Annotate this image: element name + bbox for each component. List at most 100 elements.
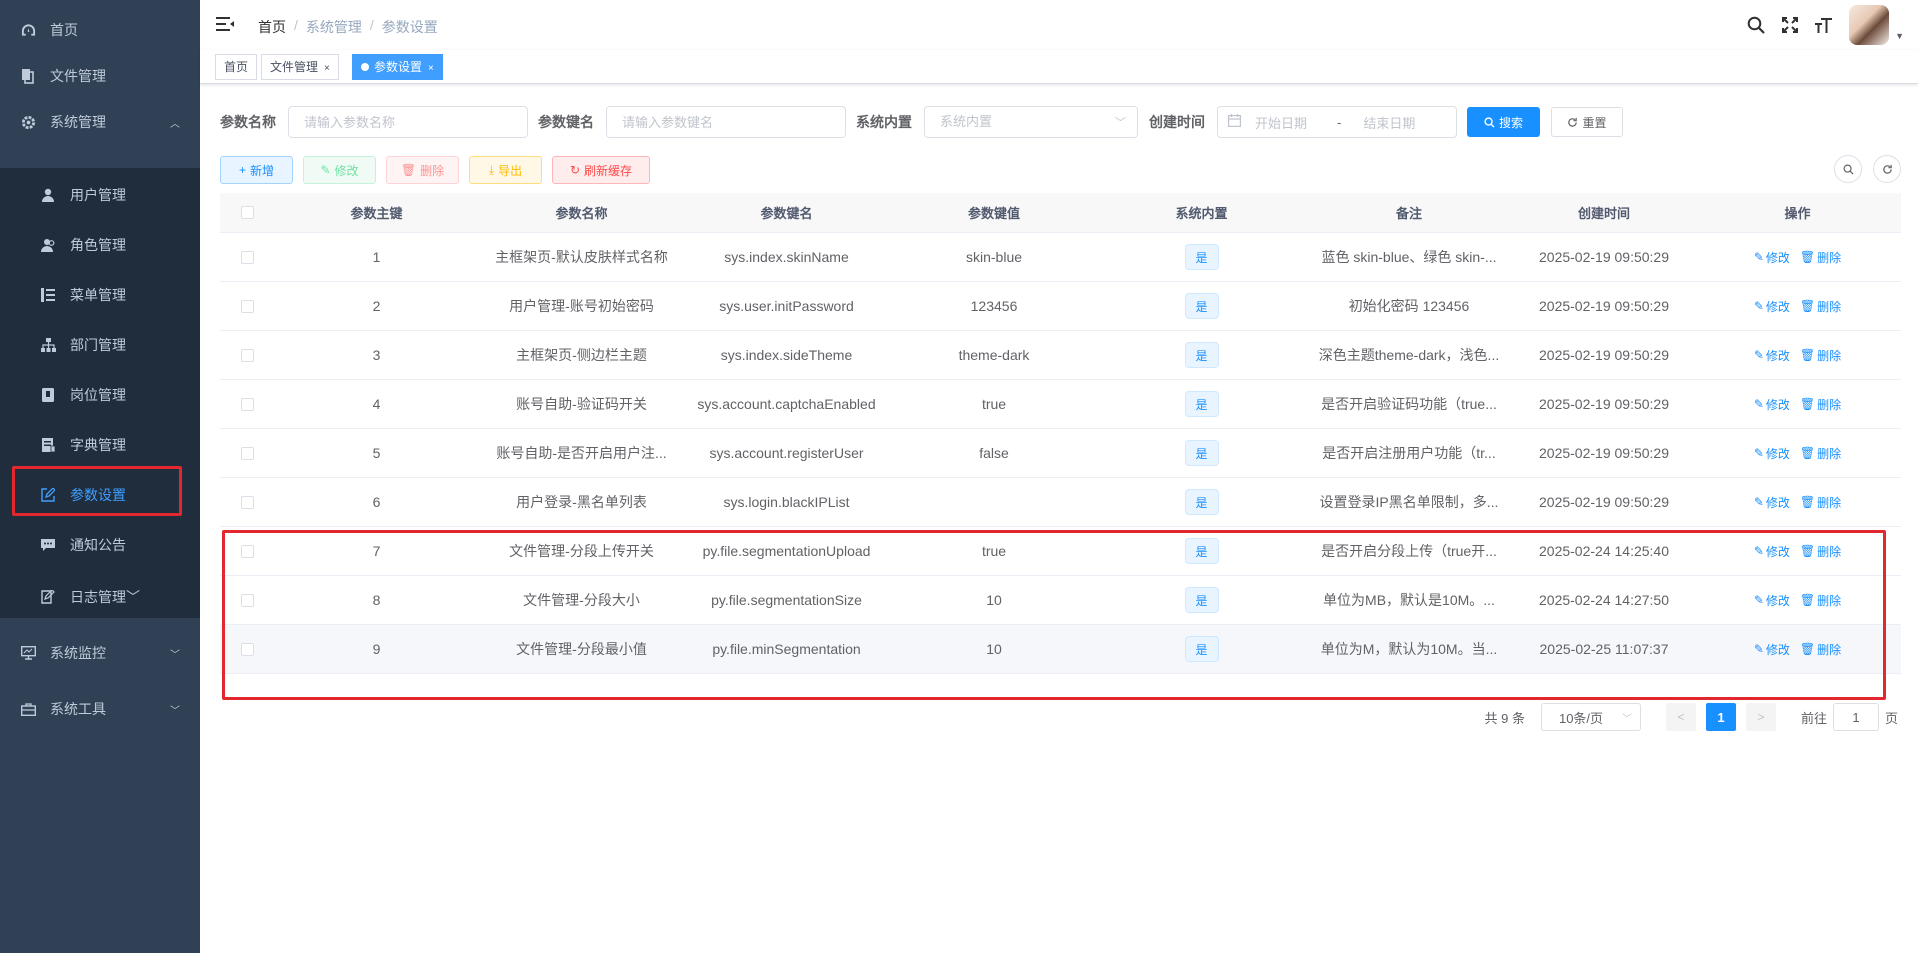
table-row[interactable]: 1 主框架页-默认皮肤样式名称 sys.index.skinName skin-… xyxy=(220,233,1901,282)
row-delete-button[interactable]: 🗑 删除 xyxy=(1800,249,1841,266)
toggle-search-button[interactable] xyxy=(1834,155,1862,183)
export-button[interactable]: ⤓ 导出 xyxy=(469,156,542,184)
breadcrumb-home[interactable]: 首页 xyxy=(258,17,286,37)
row-delete-button[interactable]: 🗑 删除 xyxy=(1800,445,1841,462)
row-edit-button[interactable]: ✎ 修改 xyxy=(1754,592,1790,609)
select-all-cell xyxy=(220,193,274,232)
row-checkbox[interactable] xyxy=(240,593,254,607)
row-edit-button[interactable]: ✎ 修改 xyxy=(1754,298,1790,315)
avatar[interactable] xyxy=(1849,5,1890,45)
sidebar-item-label: 部门管理 xyxy=(70,337,126,353)
sidebar-item-params[interactable]: 参数设置 xyxy=(0,470,200,520)
row-delete-button[interactable]: 🗑 删除 xyxy=(1800,396,1841,413)
table-row[interactable]: 7 文件管理-分段上传开关 py.file.segmentationUpload… xyxy=(220,527,1901,576)
page-size-select[interactable]: 10条/页 ﹀ xyxy=(1540,703,1641,731)
date-range-picker[interactable]: 开始日期 - 结束日期 xyxy=(1217,106,1457,138)
breadcrumb-system: 系统管理 xyxy=(305,19,362,35)
cell-builtin: 是 xyxy=(1099,380,1304,428)
sidebar-item-logs[interactable]: 日志管理 ﹀ xyxy=(0,572,200,622)
param-name-input[interactable] xyxy=(288,106,528,138)
fullscreen-icon[interactable] xyxy=(1773,0,1807,50)
row-delete-button[interactable]: 🗑 删除 xyxy=(1800,543,1841,560)
sidebar-item-monitor[interactable]: 系统监控 ﹀ xyxy=(0,625,200,681)
tag-label: 文件管理 xyxy=(270,60,319,74)
cell-key-text: sys.account.registerUser xyxy=(709,445,864,461)
builtin-select[interactable]: 系统内置 xyxy=(924,106,1138,138)
row-checkbox[interactable] xyxy=(240,544,254,558)
row-edit-button[interactable]: ✎ 修改 xyxy=(1754,445,1790,462)
row-edit-button[interactable]: ✎ 修改 xyxy=(1754,249,1790,266)
page-number-button[interactable]: 1 xyxy=(1705,703,1736,731)
end-date-input[interactable]: 结束日期 xyxy=(1363,113,1415,132)
row-edit-button[interactable]: ✎ 修改 xyxy=(1754,494,1790,511)
row-edit-button[interactable]: ✎ 修改 xyxy=(1754,641,1790,658)
cell-value-text: false xyxy=(979,445,1009,461)
table-row[interactable]: 9 文件管理-分段最小值 py.file.minSegmentation 10 … xyxy=(220,625,1901,674)
row-delete-button[interactable]: 🗑 删除 xyxy=(1800,298,1841,315)
row-checkbox[interactable] xyxy=(240,299,254,313)
table-row[interactable]: 4 账号自助-验证码开关 sys.account.captchaEnabled … xyxy=(220,380,1901,429)
row-checkbox[interactable] xyxy=(240,495,254,509)
table-row[interactable]: 5 账号自助-是否开启用户注... sys.account.registerUs… xyxy=(220,429,1901,478)
sidebar-item-menus[interactable]: 菜单管理 xyxy=(0,270,200,320)
tag-home[interactable]: 首页 xyxy=(215,54,258,80)
param-key-input[interactable] xyxy=(606,106,846,138)
row-delete-button[interactable]: 🗑 删除 xyxy=(1800,347,1841,364)
tag-label: 首页 xyxy=(224,60,249,74)
cell-created: 2025-02-19 09:50:29 xyxy=(1514,331,1694,379)
row-edit-button[interactable]: ✎ 修改 xyxy=(1754,396,1790,413)
refresh-table-button[interactable] xyxy=(1873,155,1901,183)
prev-page-button[interactable]: < xyxy=(1665,703,1696,731)
cell-remark-text: 蓝色 skin-blue、绿色 skin-... xyxy=(1321,249,1497,265)
edit-button[interactable]: ✎ 修改 xyxy=(303,156,376,184)
tag-file[interactable]: 文件管理 × xyxy=(261,54,339,80)
row-delete-button[interactable]: 🗑 删除 xyxy=(1800,592,1841,609)
table-row[interactable]: 3 主框架页-侧边栏主题 sys.index.sideTheme theme-d… xyxy=(220,331,1901,380)
search-icon[interactable] xyxy=(1739,0,1773,50)
trash-icon: 🗑 xyxy=(1799,348,1816,362)
table-row[interactable]: 2 用户管理-账号初始密码 sys.user.initPassword 1234… xyxy=(220,282,1901,331)
close-icon[interactable]: × xyxy=(428,63,434,74)
sidebar-item-label: 文件管理 xyxy=(50,68,106,84)
select-all-checkbox[interactable] xyxy=(240,206,254,219)
row-delete-button[interactable]: 🗑 删除 xyxy=(1800,494,1841,511)
breadcrumb: 首页 / 系统管理 / 参数设置 xyxy=(258,17,438,37)
reset-button[interactable]: 重置 xyxy=(1551,107,1623,137)
sidebar-item-roles[interactable]: 角色管理 xyxy=(0,220,200,270)
close-icon[interactable]: × xyxy=(324,63,330,74)
row-edit-label: 修改 xyxy=(1765,299,1790,314)
sidebar-item-notices[interactable]: 通知公告 xyxy=(0,520,200,570)
search-button[interactable]: 搜索 xyxy=(1467,107,1540,137)
tag-params[interactable]: 参数设置 × xyxy=(352,54,443,80)
row-edit-button[interactable]: ✎ 修改 xyxy=(1754,543,1790,560)
row-edit-button[interactable]: ✎ 修改 xyxy=(1754,347,1790,364)
cell-actions: ✎ 修改 🗑 删除 xyxy=(1694,233,1901,281)
cell-builtin: 是 xyxy=(1099,478,1304,526)
row-delete-button[interactable]: 🗑 删除 xyxy=(1800,641,1841,658)
cell-id: 2 xyxy=(274,282,479,330)
sidebar-item-users[interactable]: 用户管理 xyxy=(0,170,200,220)
next-page-button[interactable]: > xyxy=(1745,703,1776,731)
row-edit-label: 修改 xyxy=(1765,446,1790,461)
builtin-tag: 是 xyxy=(1184,391,1219,417)
sidebar-item-dict[interactable]: 字典管理 xyxy=(0,420,200,470)
row-checkbox[interactable] xyxy=(240,348,254,362)
refresh-cache-button[interactable]: ↻ 刷新缓存 xyxy=(552,156,650,184)
row-checkbox[interactable] xyxy=(240,397,254,411)
sidebar-item-tools[interactable]: 系统工具 ﹀ xyxy=(0,681,200,737)
delete-button[interactable]: 🗑 删除 xyxy=(386,156,459,184)
hamburger-icon[interactable] xyxy=(216,16,234,32)
row-checkbox[interactable] xyxy=(240,446,254,460)
table-row[interactable]: 8 文件管理-分段大小 py.file.segmentationSize 10 … xyxy=(220,576,1901,625)
font-size-icon[interactable] xyxy=(1807,0,1841,50)
add-button[interactable]: + 新增 xyxy=(220,156,293,184)
row-checkbox[interactable] xyxy=(240,642,254,656)
sidebar-item-system[interactable]: 系统管理 ︿ xyxy=(0,94,200,150)
sidebar-item-posts[interactable]: 岗位管理 xyxy=(0,370,200,420)
sidebar-item-departments[interactable]: 部门管理 xyxy=(0,320,200,370)
start-date-input[interactable]: 开始日期 xyxy=(1255,113,1325,132)
goto-page-input[interactable]: 1 xyxy=(1832,703,1879,731)
row-checkbox[interactable] xyxy=(240,250,254,264)
table-row[interactable]: 6 用户登录-黑名单列表 sys.login.blackIPList 是 设置登… xyxy=(220,478,1901,527)
caret-down-icon[interactable]: ▼ xyxy=(1895,31,1904,41)
